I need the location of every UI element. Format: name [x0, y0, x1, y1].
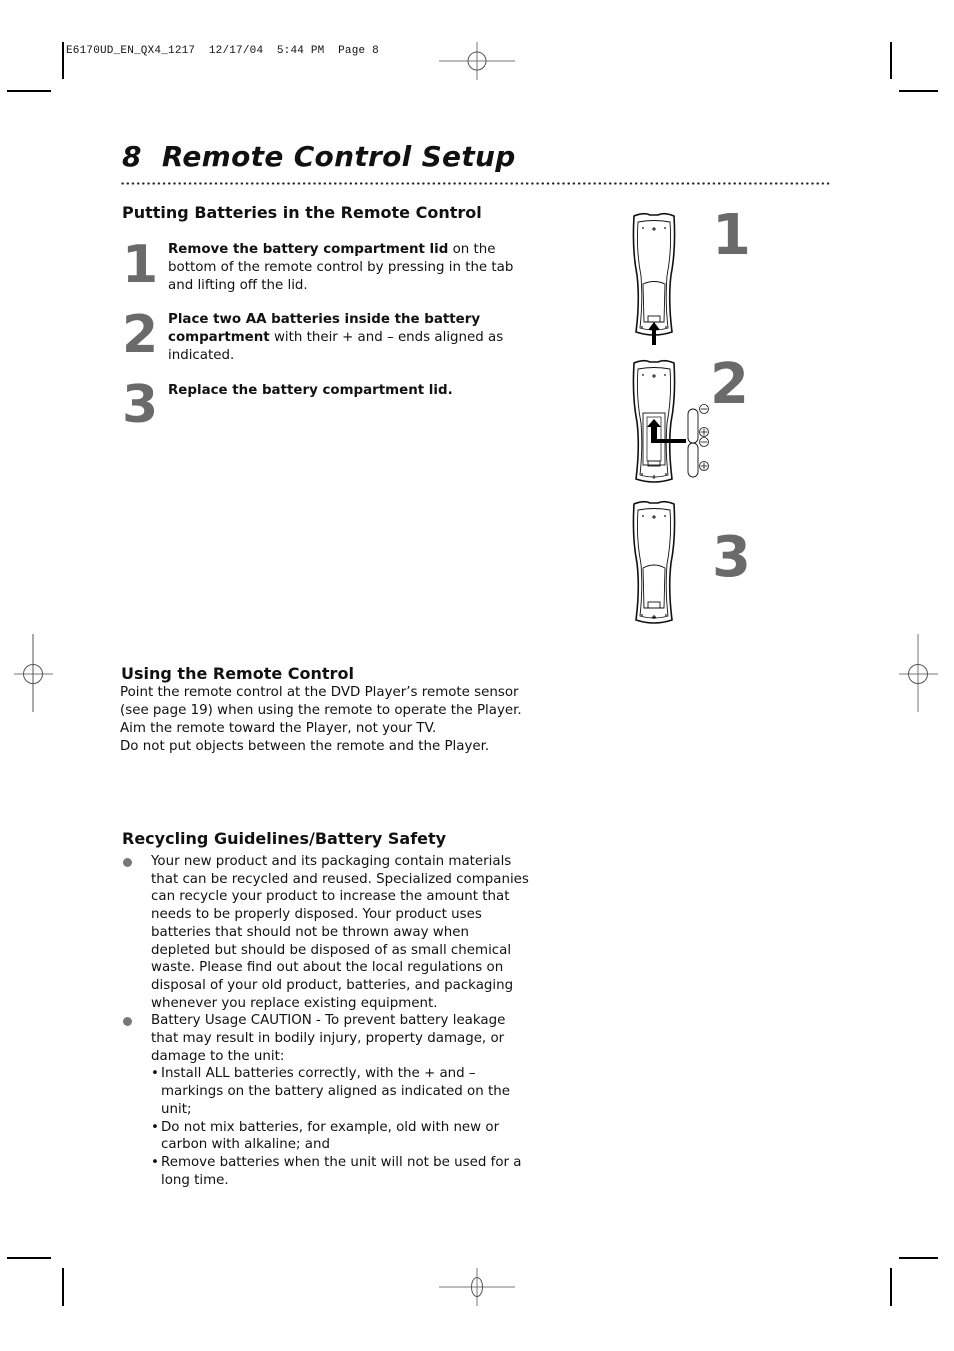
page-title: 8 Remote Control Setup	[122, 140, 516, 173]
sub-bullet-icon: •	[151, 1154, 159, 1170]
bullet-dot-icon	[123, 1017, 132, 1027]
remote-battery-insert-illustration	[632, 359, 709, 483]
caution-sub-text: Do not mix batteries, for example, old w…	[161, 1119, 500, 1153]
illustration-2-number: 2	[710, 352, 749, 417]
caution-sub-item: • Remove batteries when the unit will not…	[151, 1154, 530, 1189]
using-line: Point the remote control at the DVD Play…	[120, 685, 519, 700]
recycling-bullet: Your new product and its packaging conta…	[120, 853, 530, 1012]
using-paragraph: Point the remote control at the DVD Play…	[120, 684, 530, 756]
using-line: Aim the remote toward the Player, not yo…	[120, 721, 437, 736]
crop-mark-top-left-v	[62, 42, 64, 79]
crop-mark-top-right-v	[890, 42, 892, 79]
step-1-bold: Remove the battery compartment lid	[168, 242, 449, 257]
print-slug: E6170UD_EN_QX4_1217 12/17/04 5:44 PM Pag…	[66, 45, 379, 57]
recycling-heading: Recycling Guidelines/Battery Safety	[122, 829, 447, 848]
step-3-bold: Replace the battery compartment lid.	[168, 383, 453, 398]
remote-lid-removal-illustration	[632, 212, 676, 345]
step-1-text: Remove the battery compartment lid on th…	[168, 241, 518, 295]
crop-mark-bottom-right-v	[890, 1268, 892, 1306]
slug-page: Page 8	[338, 45, 379, 57]
crop-mark-top-right-h	[899, 90, 938, 92]
registration-mark-bottom	[439, 1268, 515, 1306]
crop-mark-top-left-h	[7, 90, 51, 92]
using-line: Do not put objects between the remote an…	[120, 739, 490, 754]
crop-mark-bottom-left-h	[7, 1257, 51, 1259]
caution-sub-item: • Install ALL batteries correctly, with t…	[151, 1065, 530, 1118]
step-1-number: 1	[122, 235, 159, 295]
slug-file: E6170UD_EN_QX4_1217	[66, 45, 196, 57]
sub-bullet-icon: •	[151, 1119, 159, 1135]
remote-lid-replaced-illustration	[632, 500, 676, 624]
illustration-3-number: 3	[712, 525, 751, 590]
crop-mark-bottom-left-v	[62, 1268, 64, 1306]
using-heading: Using the Remote Control	[121, 664, 354, 683]
recycling-list: Your new product and its packaging conta…	[120, 853, 530, 1189]
page-title-text: Remote Control Setup	[161, 140, 516, 173]
registration-mark-top	[439, 42, 515, 80]
step-3-text: Replace the battery compartment lid.	[168, 382, 518, 400]
step-2-number: 2	[122, 305, 159, 365]
bullet-dot-icon	[123, 858, 132, 867]
registration-mark-left	[14, 634, 53, 712]
recycling-bullet-text: Your new product and its packaging conta…	[151, 854, 529, 1011]
caution-bullet: Battery Usage CAUTION - To prevent batte…	[120, 1012, 530, 1189]
caution-sub-text: Install ALL batteries correctly, with th…	[161, 1066, 510, 1117]
using-line: (see page 19) when using the remote to o…	[120, 703, 522, 718]
sub-bullet-icon: •	[151, 1066, 159, 1082]
caution-sub-text: Remove batteries when the unit will not …	[161, 1154, 522, 1188]
dotted-divider	[120, 182, 832, 185]
step-2-text: Place two AA batteries inside the batter…	[168, 311, 518, 365]
batteries-heading: Putting Batteries in the Remote Control	[122, 203, 482, 222]
slug-time: 5:44 PM	[276, 45, 325, 57]
crop-mark-bottom-right-h	[899, 1257, 938, 1259]
registration-mark-right	[899, 634, 938, 712]
step-3-number: 3	[122, 375, 159, 435]
page-number: 8	[122, 140, 142, 173]
slug-date: 12/17/04	[208, 45, 264, 57]
illustration-1-number: 1	[712, 203, 751, 268]
caution-sub-item: • Do not mix batteries, for example, old …	[151, 1119, 530, 1154]
caution-bullet-text: Battery Usage CAUTION - To prevent batte…	[151, 1013, 506, 1064]
